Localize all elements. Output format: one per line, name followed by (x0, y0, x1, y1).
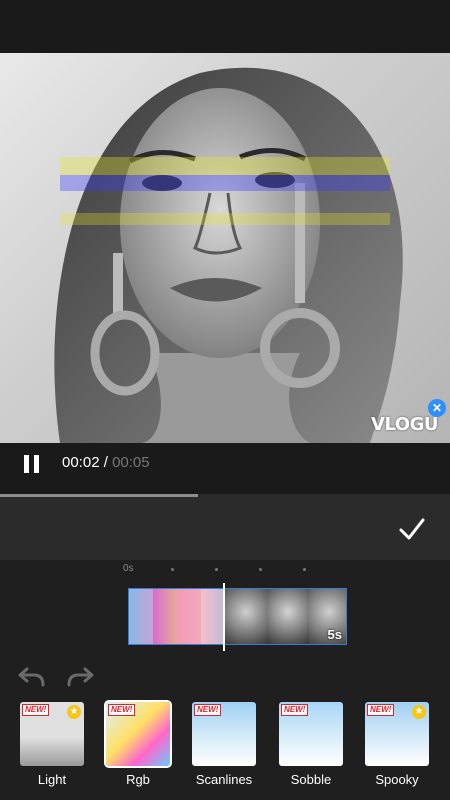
effect-light[interactable]: NEW! ★ Light (20, 702, 84, 787)
star-icon: ★ (67, 705, 81, 719)
confirm-check-icon[interactable] (398, 515, 426, 543)
history-controls (0, 660, 450, 694)
new-badge: NEW! (194, 704, 222, 716)
portrait-image (54, 67, 403, 443)
close-icon[interactable]: ✕ (428, 399, 446, 417)
effect-label: Light (37, 772, 67, 787)
effects-list: NEW! ★ Light NEW! Rgb NEW! Scanlines NEW… (0, 694, 450, 800)
clip-frame (225, 589, 267, 644)
clip-frame (267, 589, 309, 644)
ruler-tick (215, 568, 218, 571)
effect-sobble[interactable]: NEW! Sobble (279, 702, 343, 787)
effect-thumbnail: NEW! (104, 700, 172, 768)
effect-spooky[interactable]: NEW! ★ Spooky (365, 702, 429, 787)
top-bar (0, 0, 450, 53)
ruler-tick (303, 568, 306, 571)
new-badge: NEW! (22, 704, 50, 716)
ruler-tick (259, 568, 262, 571)
time-display: 00:02 / 00:05 (62, 454, 150, 471)
new-badge: NEW! (281, 704, 309, 716)
redo-icon[interactable] (66, 666, 94, 688)
current-time: 00:02 (62, 454, 100, 471)
effect-label: Rgb (126, 772, 150, 787)
effect-label: Scanlines (195, 772, 253, 787)
clip-duration: 5s (327, 627, 342, 642)
total-time: 00:05 (112, 454, 150, 471)
effect-thumbnail: NEW! ★ (365, 702, 429, 766)
pause-icon[interactable] (23, 455, 41, 473)
effect-scanlines[interactable]: NEW! Scanlines (192, 702, 256, 787)
effect-thumbnail: NEW! (192, 702, 256, 766)
timeline: 0s 5s (0, 560, 450, 660)
playhead[interactable] (223, 583, 225, 651)
effect-thumbnail: NEW! (279, 702, 343, 766)
time-separator: / (99, 454, 113, 471)
undo-icon[interactable] (18, 666, 46, 688)
effect-thumbnail: NEW! ★ (20, 702, 84, 766)
effect-rgb[interactable]: NEW! Rgb (104, 700, 172, 787)
watermark-text: VLOGU (371, 414, 438, 435)
effect-label: Spooky (375, 772, 419, 787)
clip-strip[interactable]: 5s (128, 588, 347, 645)
new-badge: NEW! (367, 704, 395, 716)
new-badge: NEW! (108, 704, 136, 716)
ruler-start-label: 0s (123, 563, 134, 574)
player-controls: 00:02 / 00:05 (0, 443, 450, 497)
effect-label: Sobble (290, 772, 332, 787)
ruler-tick (171, 568, 174, 571)
video-preview[interactable]: VLOGU ✕ (0, 53, 450, 443)
star-icon: ★ (412, 705, 426, 719)
editor-header (0, 497, 450, 560)
